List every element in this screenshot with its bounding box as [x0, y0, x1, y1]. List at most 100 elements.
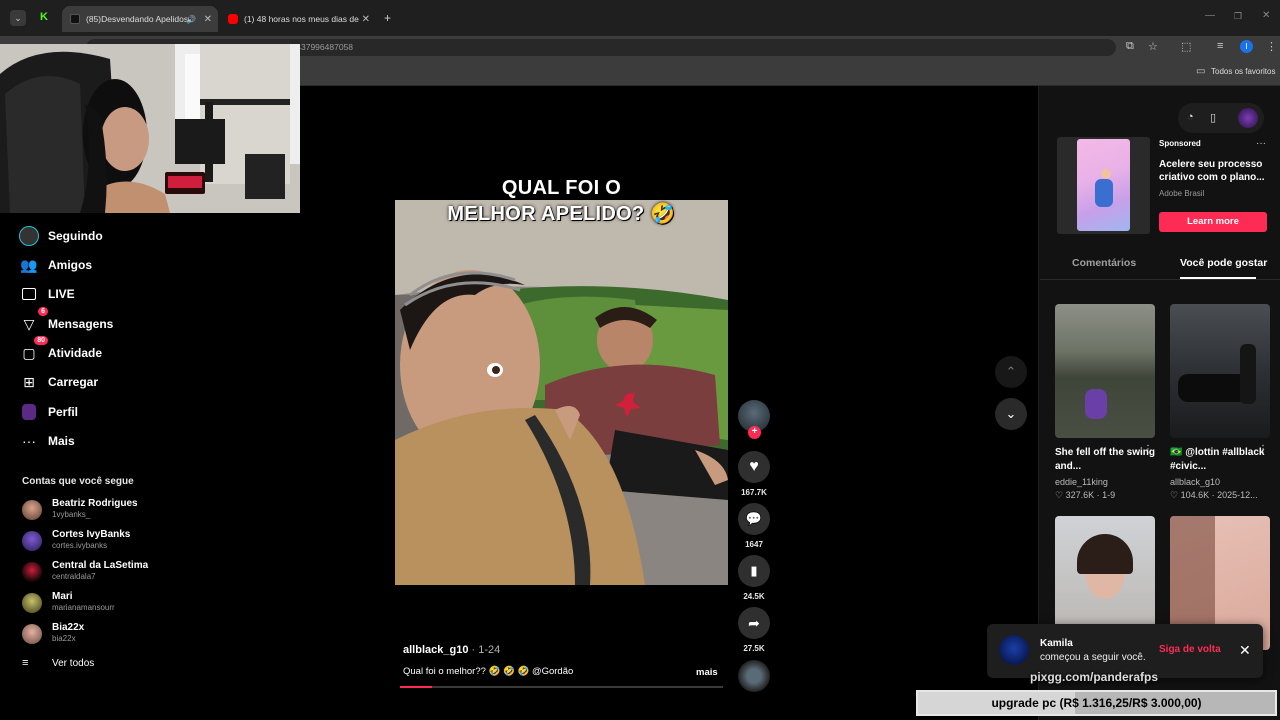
sidebar-item-upload[interactable]: ⊞ Carregar [18, 370, 218, 394]
sidebar-item-messages[interactable]: ▽ 6 Mensagens [18, 307, 218, 336]
sidebar-item-following[interactable]: Seguindo [18, 224, 218, 248]
learn-more-button[interactable]: Learn more [1159, 212, 1267, 232]
avatar [22, 531, 42, 551]
screen-cast-icon[interactable]: ⧉ [1126, 40, 1134, 53]
user-avatar[interactable] [1238, 108, 1258, 128]
video-description: Qual foi o melhor?? 🤣 🤣 🤣 @Gordão [403, 666, 574, 677]
like-button[interactable]: ♥ 167.7K [738, 451, 770, 497]
minimize-icon[interactable]: — [1205, 10, 1215, 21]
tab-comments[interactable]: Comentários [1072, 257, 1136, 269]
sidebar-item-activity[interactable]: ▢ 80 Atividade [18, 336, 218, 365]
maximize-icon[interactable]: ❐ [1234, 11, 1242, 22]
heart-icon: ♡ [1055, 490, 1066, 500]
ad-brand: Adobe Brasil [1159, 189, 1205, 198]
browser-menu-icon[interactable]: ⋮ [1266, 40, 1277, 53]
more-icon: ··· [22, 433, 36, 449]
sidebar-item-label: Seguindo [48, 229, 103, 243]
comment-button[interactable]: 💬 1647 [738, 503, 770, 549]
followed-account[interactable]: Mari marianamansourr [22, 591, 222, 615]
see-all-link[interactable]: ≡ Ver todos [22, 657, 94, 669]
tab-youtube[interactable]: (1) 48 horas nos meus dias de f ✕ [220, 6, 376, 32]
save-count: 24.5K [743, 592, 765, 601]
recommended-video-card[interactable]: She fell off the swing and... eddie_11ki… [1055, 304, 1155, 501]
audio-icon[interactable]: 🔊 [186, 15, 196, 24]
video-progress-bar[interactable] [400, 686, 723, 688]
recommended-video-card[interactable]: 🇧🇷 @lottin #allblack #civic... allblack_… [1170, 304, 1270, 501]
sidebar-item-label: Mais [48, 434, 75, 448]
creator-avatar[interactable]: + [738, 400, 770, 439]
heart-icon: ♡ [1170, 490, 1181, 500]
sidebar-item-friends[interactable]: 👥 Amigos [18, 253, 218, 277]
video-author[interactable]: allblack_g10 [1170, 477, 1270, 487]
close-tab-icon[interactable]: ✕ [204, 14, 212, 25]
close-tab-icon[interactable]: ✕ [362, 14, 370, 25]
heart-icon: ♥ [738, 451, 770, 483]
video-title: She fell off the swing and... [1055, 447, 1155, 472]
close-window-icon[interactable]: ✕ [1262, 10, 1270, 21]
video-thumbnail [1055, 304, 1155, 438]
author-handle[interactable]: allblack_g10 [403, 644, 468, 656]
sidebar-item-profile[interactable]: Perfil [18, 400, 218, 424]
friends-icon: 👥 [20, 256, 38, 273]
avatar [22, 624, 42, 644]
new-tab-icon[interactable]: + [384, 11, 391, 25]
account-name: Cortes IvyBanks [52, 529, 131, 540]
follow-plus-icon[interactable]: + [748, 426, 761, 439]
following-icon [18, 225, 40, 247]
kick-pinned-tab-icon[interactable]: K [40, 11, 50, 23]
speed-icon[interactable]: ◔ [1187, 111, 1194, 123]
bookmark-star-icon[interactable]: ☆ [1148, 40, 1158, 53]
like-count: 167.7K [741, 488, 767, 497]
folder-icon: ▭ [1196, 66, 1206, 77]
streamer-webcam [0, 44, 300, 213]
avatar [22, 500, 42, 520]
see-more-button[interactable]: mais [696, 667, 718, 678]
ad-more-icon[interactable]: ··· [1256, 138, 1266, 149]
avatar [22, 593, 42, 613]
ad-title[interactable]: Acelere seu processo criativo com o plan… [1159, 158, 1265, 184]
sidebar-item-live[interactable]: LIVE [18, 282, 218, 306]
tiktok-favicon-icon [70, 14, 80, 24]
tab-tiktok[interactable]: (85)Desvendando Apelidos 🔊 ✕ [62, 6, 218, 32]
tab-title: (85)Desvendando Apelidos [86, 14, 189, 24]
tab-search-icon[interactable]: ⌄ [10, 10, 26, 26]
video-player[interactable] [395, 200, 728, 585]
card-more-icon[interactable]: ⋮ [1258, 444, 1268, 455]
media-controls-icon[interactable]: ≡ [1217, 40, 1223, 52]
video-stats: 104.6K · 2025-12... [1180, 490, 1258, 500]
followed-account[interactable]: Beatriz Rodrigues 1vybanks_ [22, 498, 222, 522]
save-button[interactable]: ▮ 24.5K [738, 555, 770, 601]
followed-account[interactable]: Bia22x bia22x [22, 622, 222, 646]
sidebar-item-label: Amigos [48, 258, 93, 272]
account-name: Mari [52, 591, 73, 602]
account-handle: cortes.ivybanks [52, 541, 108, 550]
share-button[interactable]: ➦ 27.5K [738, 607, 770, 653]
profile-avatar-icon[interactable]: I [1240, 40, 1253, 53]
bookmark-icon: ▮ [738, 555, 770, 587]
sound-disc[interactable] [738, 660, 770, 692]
followed-account[interactable]: Central da LaSetima centraldala7 [22, 560, 222, 584]
account-handle: 1vybanks_ [52, 510, 91, 519]
previous-video-button[interactable]: ⌃ [995, 356, 1027, 388]
video-author[interactable]: allblack_g10 · 1-24 [403, 644, 500, 656]
donation-goal-bar: upgrade pc (R$ 1.316,25/R$ 3.000,00) [916, 690, 1277, 716]
profile-icon [18, 401, 40, 423]
extensions-icon[interactable]: ⬚ [1181, 40, 1191, 53]
follow-back-button[interactable]: Siga de volta [1159, 644, 1221, 655]
tab-recommended[interactable]: Você pode gostar [1180, 257, 1267, 269]
video-thumbnail [1170, 304, 1270, 438]
next-video-button[interactable]: ⌄ [995, 398, 1027, 430]
sidebar-item-label: Carregar [48, 375, 99, 389]
video-author[interactable]: eddie_11king [1055, 477, 1155, 487]
card-more-icon[interactable]: ⋮ [1143, 444, 1153, 455]
donation-url-overlay: pixgg.com/panderafps [1030, 670, 1159, 684]
sidebar-item-more[interactable]: ··· Mais [18, 429, 218, 453]
video-stats: 327.6K · 1-9 [1065, 490, 1116, 500]
device-icon[interactable]: ▯ [1210, 111, 1216, 124]
list-icon: ≡ [22, 657, 29, 669]
close-icon[interactable]: ✕ [1239, 642, 1251, 659]
followed-account[interactable]: Cortes IvyBanks cortes.ivybanks [22, 529, 222, 553]
video-date: 1-24 [478, 644, 501, 656]
activity-icon: ▢ 80 [18, 336, 48, 364]
all-bookmarks-link[interactable]: Todos os favoritos [1211, 67, 1275, 76]
